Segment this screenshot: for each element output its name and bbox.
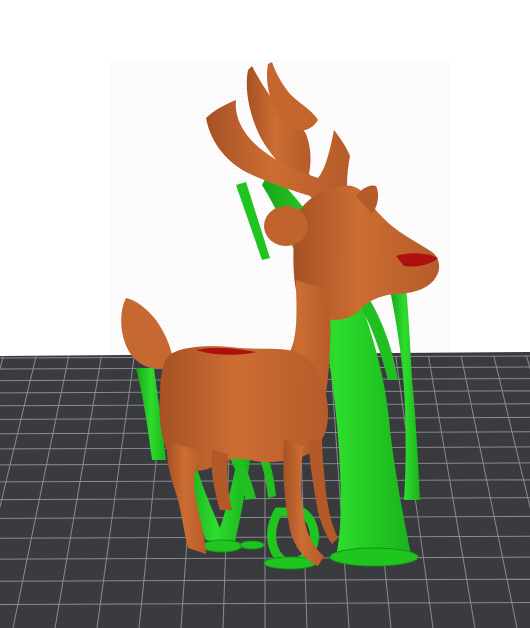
model-deer[interactable]	[110, 60, 450, 570]
slice-preview-scene	[0, 60, 530, 628]
layer-lines-overlay	[110, 60, 450, 570]
3d-viewport[interactable]	[0, 0, 530, 628]
